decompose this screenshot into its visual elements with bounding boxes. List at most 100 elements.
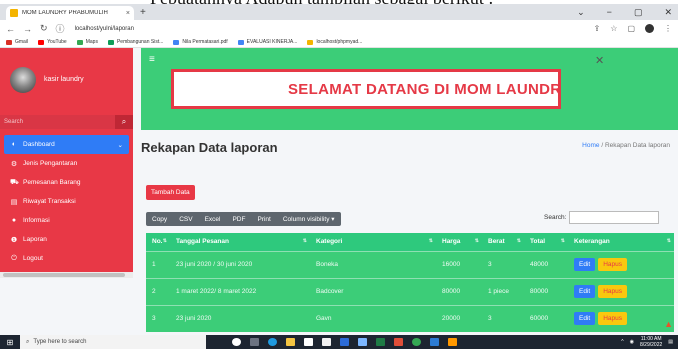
word-icon[interactable] [340,338,349,346]
bookmark-evaluasi[interactable]: EVALUASI KINERJA... [237,39,297,45]
column-header-keterangan[interactable]: Keterangan ⇅ [568,233,674,251]
sort-icon: ⇅ [162,238,167,244]
cortana-icon[interactable] [232,338,241,346]
profile-avatar[interactable] [645,24,654,33]
power-icon: ⏻ [11,254,17,262]
sidebar-item-informasi[interactable]: ● Informasi [4,211,129,230]
sidebar-item-label: Riwayat Transaksi [23,198,76,205]
sidebar-item-dashboard[interactable]: ◐ Dashboard ⌄ [4,135,129,154]
column-visibility-button[interactable]: Column visibility ▾ [277,215,341,223]
bookmark-gmail[interactable]: Gmail [6,39,28,45]
bookmark-phpmyadmin[interactable]: localhost/phpmyad... [307,39,362,45]
vscode-icon[interactable] [430,338,439,346]
app-icon[interactable] [394,338,403,346]
cell-harga: 80000 [436,277,482,305]
edit-button[interactable]: Edit [574,258,596,271]
close-icon[interactable]: ✕ [595,54,604,67]
chrome-icon[interactable] [412,338,421,346]
column-header-no[interactable]: No. ⇅ [146,233,170,251]
scrollbar-thumb[interactable] [3,273,125,277]
sidebar: kasir laundry Search ⌕ ◐ Dashboard ⌄ ⚙ Je… [0,48,133,278]
search-icon[interactable]: ⌕ [115,115,133,129]
search-icon: ⌕ [26,338,30,345]
info-circle-icon[interactable]: ⓘ [56,22,65,35]
tab-search-button[interactable]: ⌄ [577,7,585,18]
welcome-text: SELAMAT DATANG DI MOM LAUNDR [288,80,561,98]
edit-button[interactable]: Edit [574,285,596,298]
cell-tanggal: 1 maret 2022/ 8 maret 2022 [170,277,310,305]
column-header-kategori[interactable]: Kategori ⇅ [310,233,436,251]
csv-button[interactable]: CSV [173,216,198,223]
os-taskbar: ⊞ ⌕ Type here to search ^ ◉ 11:00 AM 8/2… [0,335,678,349]
excel-button[interactable]: Excel [199,216,227,223]
close-window-button[interactable]: ✕ [664,7,672,18]
report-table: No. ⇅ Tanggal Pesanan ⇅ Kategori ⇅ Harga ⇅ B… [146,233,674,332]
kebab-menu-icon[interactable]: ⋮ [664,24,672,33]
sidebar-item-laporan[interactable]: ❶ Laporan [4,230,129,249]
windows-start-icon[interactable]: ⊞ [0,338,20,347]
excel-icon[interactable] [376,338,385,346]
maximize-button[interactable]: ▢ [634,7,643,18]
gmail-icon [6,39,12,45]
browser-tab[interactable]: MOM LAUNDRY PRABUMULIH × [6,6,134,20]
bookmark-youtube[interactable]: YouTube [38,39,67,45]
minimize-button[interactable]: − [607,7,612,18]
add-data-button[interactable]: Tambah Data [146,185,195,200]
table-search-input[interactable] [569,211,660,224]
delete-button[interactable]: Hapus [598,312,627,326]
print-button[interactable]: Print [251,216,276,223]
pdf-button[interactable]: PDF [226,216,251,223]
star-icon[interactable]: ☆ [610,24,617,33]
sidebar-item-pemesanan-barang[interactable]: ⛟ Pemesanan Barang [4,173,129,192]
bookmark-maps[interactable]: Maps [76,39,98,45]
folder-icon [307,39,314,45]
notification-icon[interactable]: ▤ [668,339,673,345]
edit-button[interactable]: Edit [574,312,596,326]
url-field[interactable]: localhost/yulni/laporan [75,26,134,32]
copy-button[interactable]: Copy [146,216,173,223]
clock[interactable]: 11:00 AM 8/29/2022 [640,336,662,348]
sublime-icon[interactable] [448,338,457,346]
task-view-icon[interactable] [250,338,259,346]
reload-icon[interactable]: ↻ [40,23,48,34]
sidebar-search-input[interactable]: Search [0,115,115,129]
network-icon[interactable]: ◉ [630,339,634,345]
cell-actions: Edit Hapus [568,277,674,305]
explorer-icon[interactable] [286,338,295,346]
sidepanel-icon[interactable]: ▢ [627,24,635,33]
back-arrow-icon[interactable]: ← [6,24,15,34]
doc-icon [173,39,180,45]
store-icon[interactable] [322,338,331,346]
user-icon: ● [11,217,17,224]
sidebar-item-jenis-pengantaran[interactable]: ⚙ Jenis Pengantaran [4,154,129,173]
column-header-total[interactable]: Total ⇅ [524,233,568,251]
forward-arrow-icon[interactable]: → [23,24,32,34]
edge-icon[interactable] [268,338,277,346]
sidebar-item-riwayat-transaksi[interactable]: ▤ Riwayat Transaksi [4,192,129,211]
brand-avatar [10,66,36,93]
delete-button[interactable]: Hapus [598,258,627,271]
cell-harga: 20000 [436,304,482,332]
tab-close-button[interactable]: × [126,10,130,17]
column-header-tanggal[interactable]: Tanggal Pesanan ⇅ [170,233,310,251]
chat-icon[interactable] [358,338,367,346]
delivery-icon: ⚙ [10,160,18,168]
tray-chevron-icon[interactable]: ^ [621,339,623,345]
new-tab-button[interactable]: + [140,7,146,18]
mail-icon[interactable] [304,338,313,346]
taskbar-search[interactable]: ⌕ Type here to search [20,335,206,349]
flame-icon[interactable]: ▲ [664,319,673,329]
info-icon: ❶ [10,236,18,244]
column-header-berat[interactable]: Berat ⇅ [482,233,524,251]
breadcrumb-home-link[interactable]: Home [582,142,599,149]
share-icon[interactable]: ⇪ [594,24,601,33]
bookmark-pembangunan[interactable]: Pembangunan Sist... [107,39,163,45]
sidebar-scrollbar[interactable] [0,272,133,278]
cell-no: 3 [146,304,170,332]
bookmark-nila-pdf[interactable]: Nila Permatasari.pdf [173,39,228,45]
delete-button[interactable]: Hapus [598,285,627,298]
browser-tab-bar: MOM LAUNDRY PRABUMULIH × + ⌄ − ▢ ✕ [0,4,678,20]
column-header-harga[interactable]: Harga ⇅ [436,233,482,251]
hamburger-menu-icon[interactable]: ≡ [149,54,155,65]
sidebar-item-logout[interactable]: ⏻ Logout [4,249,129,268]
